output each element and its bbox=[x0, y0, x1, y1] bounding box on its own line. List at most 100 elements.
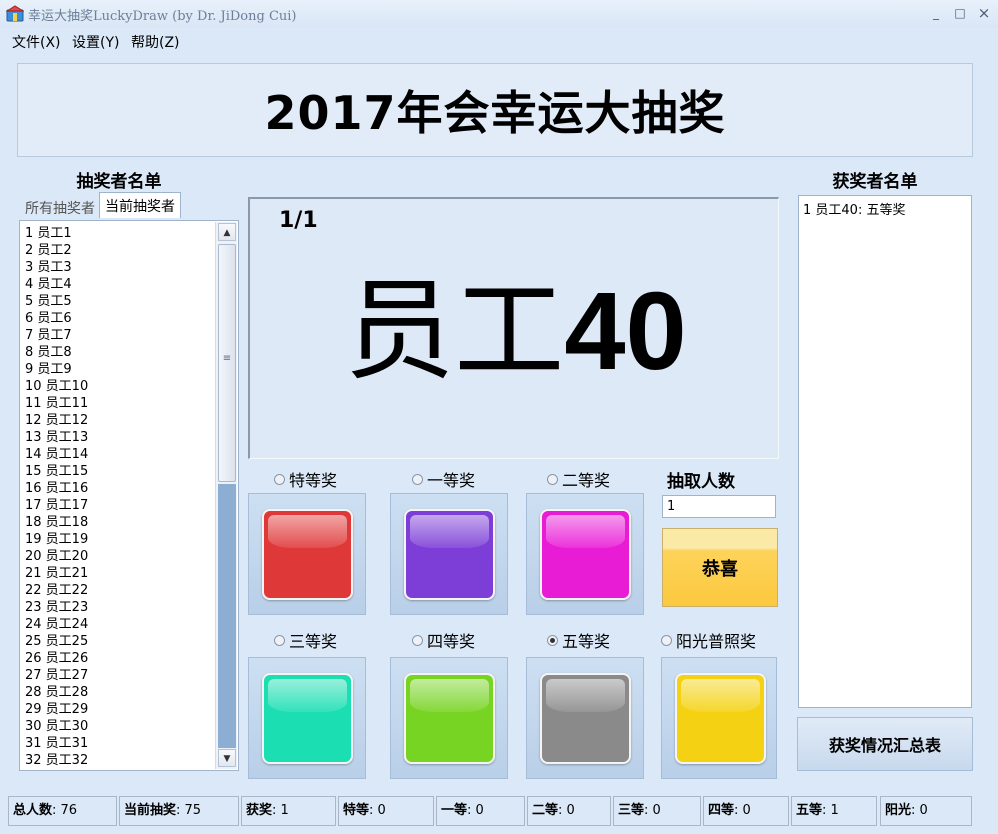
list-item[interactable]: 19 员工19 bbox=[25, 531, 215, 548]
list-item[interactable]: 6 员工6 bbox=[25, 310, 215, 327]
winner-item[interactable]: 1 员工40: 五等奖 bbox=[803, 199, 967, 218]
list-item[interactable]: 12 员工12 bbox=[25, 412, 215, 429]
status-label: 二等 bbox=[532, 803, 559, 818]
tab-all-participants[interactable]: 所有抽奖者 bbox=[19, 194, 101, 218]
participant-scrollbar[interactable]: ▲ ≡ ▼ bbox=[215, 222, 237, 769]
status-label: 当前抽奖 bbox=[124, 803, 177, 818]
status-value: : 0 bbox=[644, 803, 661, 818]
list-item[interactable]: 10 员工10 bbox=[25, 378, 215, 395]
prize-swatch-icon bbox=[540, 673, 631, 764]
draw-counter: 1/1 bbox=[279, 208, 318, 233]
prize-radio-fifth[interactable]: 五等奖 bbox=[547, 628, 610, 652]
status-cell: 获奖: 1 bbox=[241, 796, 336, 826]
winner-name: 员工40 bbox=[250, 261, 781, 402]
prize-label: 阳光普照奖 bbox=[676, 632, 757, 651]
event-banner: 2017年会幸运大抽奖 bbox=[17, 63, 973, 157]
radio-icon[interactable] bbox=[547, 634, 558, 646]
menu-settings[interactable]: 设置(Y) bbox=[72, 32, 119, 52]
scroll-down-arrow-icon[interactable]: ▼ bbox=[218, 749, 236, 767]
prize-radio-special[interactable]: 特等奖 bbox=[274, 467, 337, 491]
list-item[interactable]: 3 员工3 bbox=[25, 259, 215, 276]
list-item[interactable]: 27 员工27 bbox=[25, 667, 215, 684]
scroll-track[interactable] bbox=[218, 484, 236, 748]
list-item[interactable]: 20 员工20 bbox=[25, 548, 215, 565]
prize-label: 一等奖 bbox=[427, 471, 476, 490]
radio-icon[interactable] bbox=[274, 634, 285, 646]
prize-button-fourth[interactable] bbox=[390, 657, 508, 779]
prize-radio-sunshine[interactable]: 阳光普照奖 bbox=[661, 628, 756, 652]
list-item[interactable]: 7 员工7 bbox=[25, 327, 215, 344]
prize-swatch-icon bbox=[404, 673, 495, 764]
status-label: 阳光 bbox=[885, 803, 912, 818]
prize-button-sunshine[interactable] bbox=[661, 657, 777, 779]
minimize-button[interactable]: _ bbox=[926, 4, 946, 22]
list-item[interactable]: 8 员工8 bbox=[25, 344, 215, 361]
status-label: 三等 bbox=[618, 803, 645, 818]
maximize-button[interactable]: □ bbox=[950, 4, 970, 22]
menu-help[interactable]: 帮助(Z) bbox=[131, 32, 180, 52]
scroll-thumb[interactable]: ≡ bbox=[218, 244, 236, 482]
prize-button-special[interactable] bbox=[248, 493, 366, 615]
list-item[interactable]: 24 员工24 bbox=[25, 616, 215, 633]
app-icon bbox=[6, 5, 24, 22]
status-cell: 特等: 0 bbox=[338, 796, 434, 826]
radio-icon[interactable] bbox=[661, 634, 672, 646]
prize-button-fifth[interactable] bbox=[526, 657, 644, 779]
list-item[interactable]: 16 员工16 bbox=[25, 480, 215, 497]
list-item[interactable]: 11 员工11 bbox=[25, 395, 215, 412]
participant-list[interactable]: 1 员工1 2 员工2 3 员工3 4 员工4 5 员工5 6 员工6 7 员工7 8 员工8… bbox=[19, 220, 239, 771]
list-item[interactable]: 14 员工14 bbox=[25, 446, 215, 463]
prize-radio-third[interactable]: 三等奖 bbox=[274, 628, 337, 652]
winners-list[interactable]: 1 员工40: 五等奖 bbox=[798, 195, 972, 708]
scroll-up-arrow-icon[interactable]: ▲ bbox=[218, 223, 236, 241]
list-item[interactable]: 1 员工1 bbox=[25, 225, 215, 242]
list-item[interactable]: 2 员工2 bbox=[25, 242, 215, 259]
list-item[interactable]: 4 员工4 bbox=[25, 276, 215, 293]
list-item[interactable]: 21 员工21 bbox=[25, 565, 215, 582]
tab-current-participants[interactable]: 当前抽奖者 bbox=[99, 192, 181, 218]
status-cell: 总人数: 76 bbox=[8, 796, 117, 826]
status-cell: 二等: 0 bbox=[527, 796, 611, 826]
radio-icon[interactable] bbox=[412, 473, 423, 485]
list-item[interactable]: 23 员工23 bbox=[25, 599, 215, 616]
status-label: 获奖 bbox=[246, 803, 273, 818]
radio-icon[interactable] bbox=[547, 473, 558, 485]
list-item[interactable]: 9 员工9 bbox=[25, 361, 215, 378]
list-item[interactable]: 29 员工29 bbox=[25, 701, 215, 718]
prize-button-second[interactable] bbox=[526, 493, 644, 615]
list-item[interactable]: 15 员工15 bbox=[25, 463, 215, 480]
event-title: 2017年会幸运大抽奖 bbox=[264, 86, 726, 140]
status-value: : 1 bbox=[822, 803, 839, 818]
prize-radio-fourth[interactable]: 四等奖 bbox=[412, 628, 475, 652]
list-item[interactable]: 31 员工31 bbox=[25, 735, 215, 752]
status-cell: 三等: 0 bbox=[613, 796, 701, 826]
close-button[interactable]: × bbox=[974, 4, 994, 22]
congrats-button[interactable]: 恭喜 bbox=[662, 528, 778, 607]
list-item[interactable]: 25 员工25 bbox=[25, 633, 215, 650]
prize-label: 四等奖 bbox=[427, 632, 476, 651]
list-item[interactable]: 28 员工28 bbox=[25, 684, 215, 701]
prize-radio-first[interactable]: 一等奖 bbox=[412, 467, 475, 491]
prize-radio-second[interactable]: 二等奖 bbox=[547, 467, 610, 491]
radio-icon[interactable] bbox=[412, 634, 423, 646]
list-item[interactable]: 5 员工5 bbox=[25, 293, 215, 310]
prize-button-first[interactable] bbox=[390, 493, 508, 615]
list-item[interactable]: 22 员工22 bbox=[25, 582, 215, 599]
status-cell: 四等: 0 bbox=[703, 796, 789, 826]
list-item[interactable]: 26 员工26 bbox=[25, 650, 215, 667]
draw-count-input[interactable] bbox=[662, 495, 776, 518]
participant-items: 1 员工1 2 员工2 3 员工3 4 员工4 5 员工5 6 员工6 7 员工7 8 员工8… bbox=[25, 225, 215, 769]
status-bar: 总人数: 76 当前抽奖: 75 获奖: 1 特等: 0 一等: 0 二等: 0 三等: 0… bbox=[0, 796, 998, 828]
status-value: : 75 bbox=[176, 803, 202, 818]
prize-button-third[interactable] bbox=[248, 657, 366, 779]
list-item[interactable]: 30 员工30 bbox=[25, 718, 215, 735]
menu-file[interactable]: 文件(X) bbox=[12, 32, 61, 52]
radio-icon[interactable] bbox=[274, 473, 285, 485]
prize-label: 三等奖 bbox=[289, 632, 338, 651]
list-item[interactable]: 13 员工13 bbox=[25, 429, 215, 446]
list-item[interactable]: 17 员工17 bbox=[25, 497, 215, 514]
list-item[interactable]: 32 员工32 bbox=[25, 752, 215, 769]
status-label: 一等 bbox=[441, 803, 468, 818]
list-item[interactable]: 18 员工18 bbox=[25, 514, 215, 531]
summary-button[interactable]: 获奖情况汇总表 bbox=[797, 717, 973, 771]
